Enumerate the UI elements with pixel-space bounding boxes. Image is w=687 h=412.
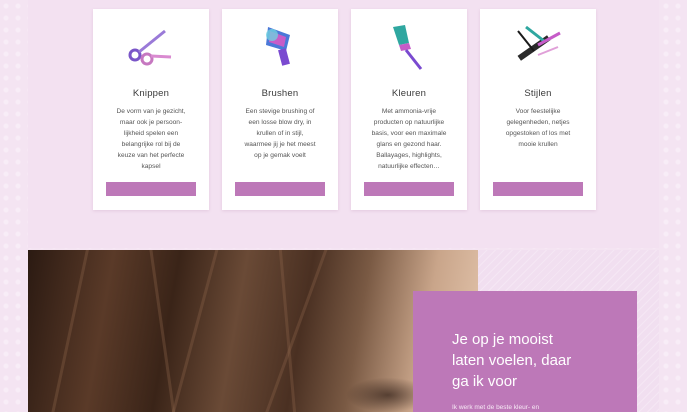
description-line: mooie krullen (518, 141, 558, 148)
description-line: basis, voor een maximale (371, 130, 447, 137)
quote-heading: Je op je mooist laten voelen, daar ga ik… (452, 329, 632, 392)
service-card-brushen: Brushen Een stevige brushing of een loss… (222, 9, 338, 210)
service-title: Kleuren (391, 88, 427, 99)
description-line: belangrijke rol bij de (121, 141, 181, 148)
description-line: De vorm van je gezicht, (116, 108, 186, 115)
more-button[interactable] (235, 182, 325, 196)
dye-brush-icon (393, 25, 423, 70)
service-card-stijlen: Stijlen Voor feestelijke gelegenheden, n… (480, 9, 596, 210)
heading-line: Je op je mooist (452, 331, 553, 348)
service-title: Stijlen (524, 88, 552, 99)
description-line: kapsel (141, 163, 161, 170)
hair-dryer-icon (266, 27, 290, 66)
more-button[interactable] (106, 182, 196, 196)
description-line: Met ammonia-vrije (381, 108, 437, 115)
hero-photo (28, 250, 478, 412)
service-title: Brushen (261, 88, 299, 99)
more-button[interactable] (364, 182, 454, 196)
description-line: opgestoken of los met (505, 130, 571, 137)
service-description: Voor feestelijke gelegenheden, netjes op… (492, 106, 584, 150)
description-line: natuurlijke effecten… (378, 163, 440, 170)
quote-box: Je op je mooist laten voelen, daar ga ik… (413, 291, 637, 412)
intro-section: Je op je mooist laten voelen, daar ga ik… (28, 250, 659, 412)
description-line: keuze van het perfecte (117, 152, 185, 159)
description-line: Een stevige brushing of (245, 108, 315, 115)
description-line: krullen of in stijl, (256, 130, 304, 137)
quote-subtext: Ik werk met de beste kleur- en (452, 404, 540, 411)
hair-strand (263, 250, 331, 412)
description-line: waarmee jij je het meest (244, 141, 316, 148)
service-description: Met ammonia-vrije producten op natuurlij… (363, 106, 455, 172)
description-line: maar ook je persoon- (119, 119, 183, 126)
description-line: gelegenheden, netjes (506, 119, 570, 126)
heading-line: ga ik voor (452, 373, 518, 390)
description-line: glans en gezond haar. (376, 141, 442, 148)
scissors-icon (128, 29, 172, 66)
description-line: een losse blow dry, in (248, 119, 312, 126)
service-title: Knippen (132, 88, 170, 99)
service-card-knippen: Knippen De vorm van je gezicht, maar ook… (93, 9, 209, 210)
service-description: Een stevige brushing of een losse blow d… (234, 106, 326, 161)
heading-line: laten voelen, daar (452, 352, 572, 369)
hair-strand (148, 250, 178, 412)
description-line: Ballayages, highlights, (376, 152, 442, 159)
hair-strand (48, 250, 91, 412)
description-line: op je gemak voelt (254, 152, 306, 159)
more-button[interactable] (493, 182, 583, 196)
comb-icon (517, 25, 561, 61)
service-card-kleuren: Kleuren Met ammonia-vrije producten op n… (351, 9, 467, 210)
service-description: De vorm van je gezicht, maar ook je pers… (105, 106, 197, 172)
description-line: producten op natuurlijke (373, 119, 445, 126)
description-line: Voor feestelijke (515, 108, 561, 115)
description-line: lijkheid spelen een (123, 130, 179, 137)
hair-strand (168, 250, 221, 412)
